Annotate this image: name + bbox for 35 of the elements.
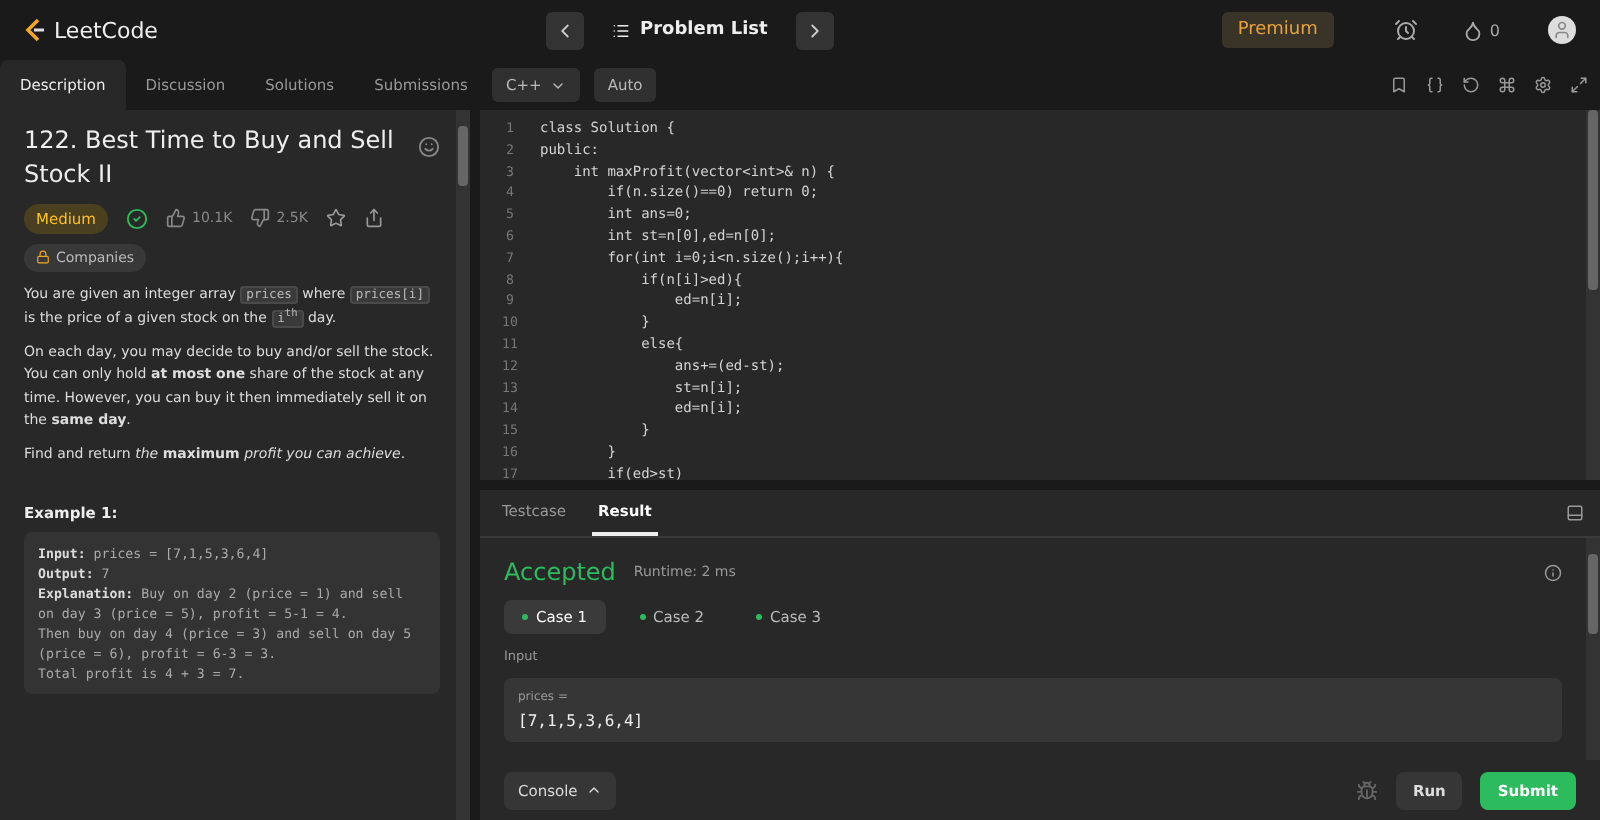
lock-icon <box>36 250 50 265</box>
result-status: Accepted <box>504 558 616 586</box>
drop-icon <box>1461 19 1484 41</box>
settings-icon[interactable] <box>1534 76 1552 94</box>
previous-button[interactable] <box>545 11 584 49</box>
streak-button[interactable]: 0 <box>1461 19 1501 41</box>
avatar[interactable] <box>1548 16 1577 44</box>
scrollbar[interactable] <box>1586 538 1600 760</box>
problem-title: 122. Best Time to Buy and Sell Stock II <box>24 124 396 193</box>
undo-icon[interactable] <box>1462 76 1480 94</box>
braces-icon[interactable] <box>1426 76 1444 94</box>
thumbs-down-icon <box>250 208 271 229</box>
next-button[interactable] <box>795 11 834 49</box>
bookmark-icon[interactable] <box>1390 76 1408 94</box>
alarm-clock-icon[interactable] <box>1393 18 1418 42</box>
user-icon <box>1552 20 1573 40</box>
scrollbar[interactable] <box>1586 110 1600 480</box>
star-icon[interactable] <box>325 208 346 229</box>
caret-icon <box>585 782 602 798</box>
thumbs-up-icon <box>166 208 186 229</box>
logo-icon <box>24 18 46 42</box>
command-icon[interactable] <box>1498 76 1516 94</box>
panel-layout-icon[interactable] <box>1566 504 1584 522</box>
smiley-icon[interactable] <box>418 136 440 158</box>
bug-icon[interactable] <box>1356 779 1379 801</box>
expand-icon[interactable] <box>1570 76 1588 94</box>
parameter-value: [7,1,5,3,6,4] <box>518 712 646 730</box>
logo[interactable]: LeetCode <box>24 17 158 43</box>
problem-list-link[interactable]: Problem List <box>599 20 780 40</box>
scrollbar[interactable] <box>456 110 470 820</box>
list-icon <box>611 21 630 39</box>
info-icon[interactable] <box>1544 563 1562 581</box>
premium-button[interactable]: Premium <box>1221 12 1334 48</box>
logo-text: LeetCode <box>54 17 158 43</box>
share-icon[interactable] <box>363 208 384 229</box>
